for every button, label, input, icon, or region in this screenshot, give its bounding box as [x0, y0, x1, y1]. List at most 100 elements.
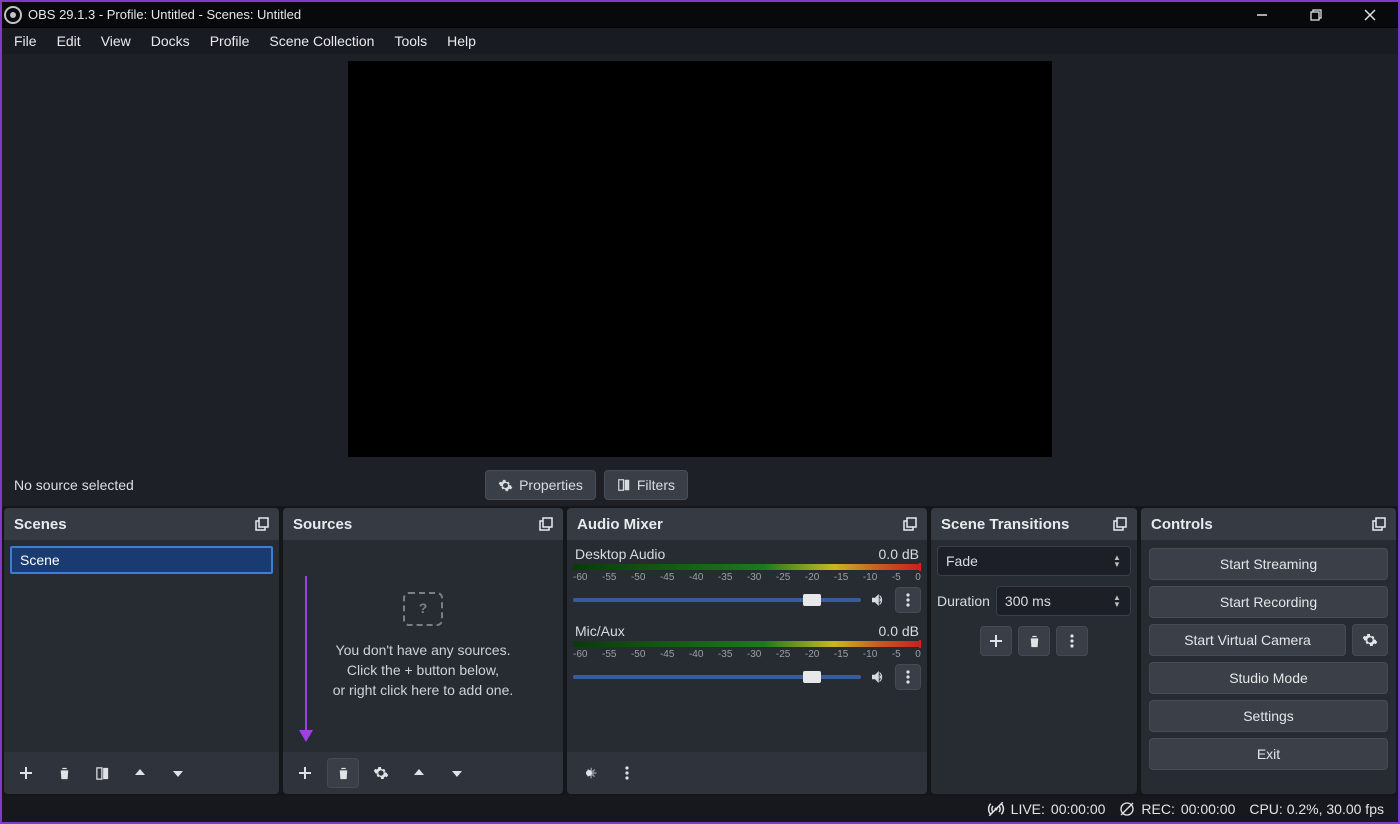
preview-area[interactable] — [2, 54, 1398, 464]
cpu-text: CPU: 0.2%, 30.00 fps — [1249, 801, 1384, 817]
settings-button[interactable]: Settings — [1149, 700, 1388, 732]
menu-view[interactable]: View — [91, 30, 141, 52]
chevron-down-icon[interactable]: ▼ — [1112, 562, 1122, 568]
start-streaming-button[interactable]: Start Streaming — [1149, 548, 1388, 580]
transition-selected: Fade — [946, 553, 978, 569]
filters-button[interactable]: Filters — [604, 470, 688, 500]
menu-help[interactable]: Help — [437, 30, 486, 52]
volume-slider[interactable] — [573, 598, 861, 602]
chevron-down-icon[interactable]: ▼ — [1112, 602, 1122, 608]
virtual-camera-settings-button[interactable] — [1352, 624, 1388, 656]
gear-icon — [1362, 632, 1378, 648]
add-transition-button[interactable] — [980, 626, 1012, 656]
speaker-icon[interactable] — [869, 668, 887, 686]
source-up-button[interactable] — [403, 758, 435, 788]
mixer-menu-button[interactable] — [611, 758, 643, 788]
status-live: LIVE: 00:00:00 — [987, 800, 1106, 818]
pause-icon — [1119, 801, 1135, 817]
properties-button[interactable]: Properties — [485, 470, 596, 500]
add-source-button[interactable] — [289, 758, 321, 788]
scenes-dock: Scenes Scene — [4, 508, 279, 794]
sources-empty-line2: Click the + button below, — [347, 660, 499, 680]
sources-empty-line3: or right click here to add one. — [333, 680, 514, 700]
titlebar: OBS 29.1.3 - Profile: Untitled - Scenes:… — [2, 2, 1398, 28]
menu-scene-collection[interactable]: Scene Collection — [259, 30, 384, 52]
channel-name: Desktop Audio — [575, 546, 665, 562]
close-button[interactable] — [1356, 4, 1384, 26]
duration-input[interactable]: 300 ms ▲▼ — [996, 586, 1131, 616]
meter-ticks: -60-55-50-45-40-35-30-25-20-15-10-50 — [573, 572, 921, 583]
popout-icon[interactable] — [1113, 517, 1127, 531]
hint-arrowhead-icon — [299, 730, 313, 742]
mixer-advanced-button[interactable] — [573, 758, 605, 788]
gear-icon — [498, 478, 513, 493]
menu-docks[interactable]: Docks — [141, 30, 200, 52]
transition-select[interactable]: Fade ▲▼ — [937, 546, 1131, 576]
start-recording-button[interactable]: Start Recording — [1149, 586, 1388, 618]
source-properties-button[interactable] — [365, 758, 397, 788]
mixer-channel: Desktop Audio 0.0 dB -60-55-50-45-40-35-… — [573, 546, 921, 613]
add-scene-button[interactable] — [10, 758, 42, 788]
filters-icon — [617, 478, 631, 492]
menu-profile[interactable]: Profile — [200, 30, 260, 52]
channel-level: 0.0 dB — [879, 623, 919, 639]
preview-canvas[interactable] — [348, 61, 1052, 457]
channel-menu-button[interactable] — [895, 587, 921, 613]
transitions-header[interactable]: Scene Transitions — [931, 508, 1137, 540]
start-virtual-camera-button[interactable]: Start Virtual Camera — [1149, 624, 1346, 656]
app-logo-icon — [4, 6, 22, 24]
sources-empty-state[interactable]: ? You don't have any sources. Click the … — [289, 546, 557, 746]
controls-header[interactable]: Controls — [1141, 508, 1396, 540]
studio-mode-button[interactable]: Studio Mode — [1149, 662, 1388, 694]
filters-label: Filters — [637, 477, 675, 493]
channel-menu-button[interactable] — [895, 664, 921, 690]
speaker-icon[interactable] — [869, 591, 887, 609]
transition-menu-button[interactable] — [1056, 626, 1088, 656]
mixer-header[interactable]: Audio Mixer — [567, 508, 927, 540]
remove-transition-button[interactable] — [1018, 626, 1050, 656]
popout-icon[interactable] — [255, 517, 269, 531]
scene-filter-button[interactable] — [86, 758, 118, 788]
exit-button[interactable]: Exit — [1149, 738, 1388, 770]
audio-meter — [573, 564, 921, 570]
menu-file[interactable]: File — [4, 30, 47, 52]
scenes-title: Scenes — [14, 516, 67, 533]
sources-placeholder-icon: ? — [403, 592, 443, 626]
sources-dock: Sources ? You don't have any sources. Cl… — [283, 508, 563, 794]
scene-up-button[interactable] — [124, 758, 156, 788]
status-bar: LIVE: 00:00:00 REC: 00:00:00 CPU: 0.2%, … — [2, 796, 1398, 822]
duration-label: Duration — [937, 593, 990, 609]
docks-row: Scenes Scene Sources ? You don't — [2, 506, 1398, 796]
volume-slider[interactable] — [573, 675, 861, 679]
remove-source-button[interactable] — [327, 758, 359, 788]
scene-down-button[interactable] — [162, 758, 194, 788]
audio-meter — [573, 641, 921, 647]
sources-title: Sources — [293, 516, 352, 533]
popout-icon[interactable] — [903, 517, 917, 531]
live-label: LIVE: — [1011, 801, 1045, 817]
audio-mixer-dock: Audio Mixer Desktop Audio 0.0 dB -60-55-… — [567, 508, 927, 794]
sources-header[interactable]: Sources — [283, 508, 563, 540]
status-rec: REC: 00:00:00 — [1119, 801, 1235, 817]
controls-title: Controls — [1151, 516, 1213, 533]
controls-dock: Controls Start Streaming Start Recording… — [1141, 508, 1396, 794]
scene-item[interactable]: Scene — [10, 546, 273, 574]
channel-name: Mic/Aux — [575, 623, 625, 639]
channel-level: 0.0 dB — [879, 546, 919, 562]
popout-icon[interactable] — [1372, 517, 1386, 531]
popout-icon[interactable] — [539, 517, 553, 531]
mixer-title: Audio Mixer — [577, 516, 663, 533]
minimize-button[interactable] — [1248, 4, 1276, 26]
scenes-header[interactable]: Scenes — [4, 508, 279, 540]
broadcast-icon — [987, 800, 1005, 818]
menu-edit[interactable]: Edit — [47, 30, 91, 52]
no-source-label: No source selected — [14, 477, 134, 493]
hint-arrow-icon — [305, 576, 307, 736]
source-down-button[interactable] — [441, 758, 473, 788]
menu-tools[interactable]: Tools — [384, 30, 437, 52]
maximize-button[interactable] — [1302, 4, 1330, 26]
sources-empty-line1: You don't have any sources. — [336, 640, 511, 660]
duration-value: 300 ms — [1005, 593, 1051, 609]
remove-scene-button[interactable] — [48, 758, 80, 788]
meter-ticks: -60-55-50-45-40-35-30-25-20-15-10-50 — [573, 649, 921, 660]
